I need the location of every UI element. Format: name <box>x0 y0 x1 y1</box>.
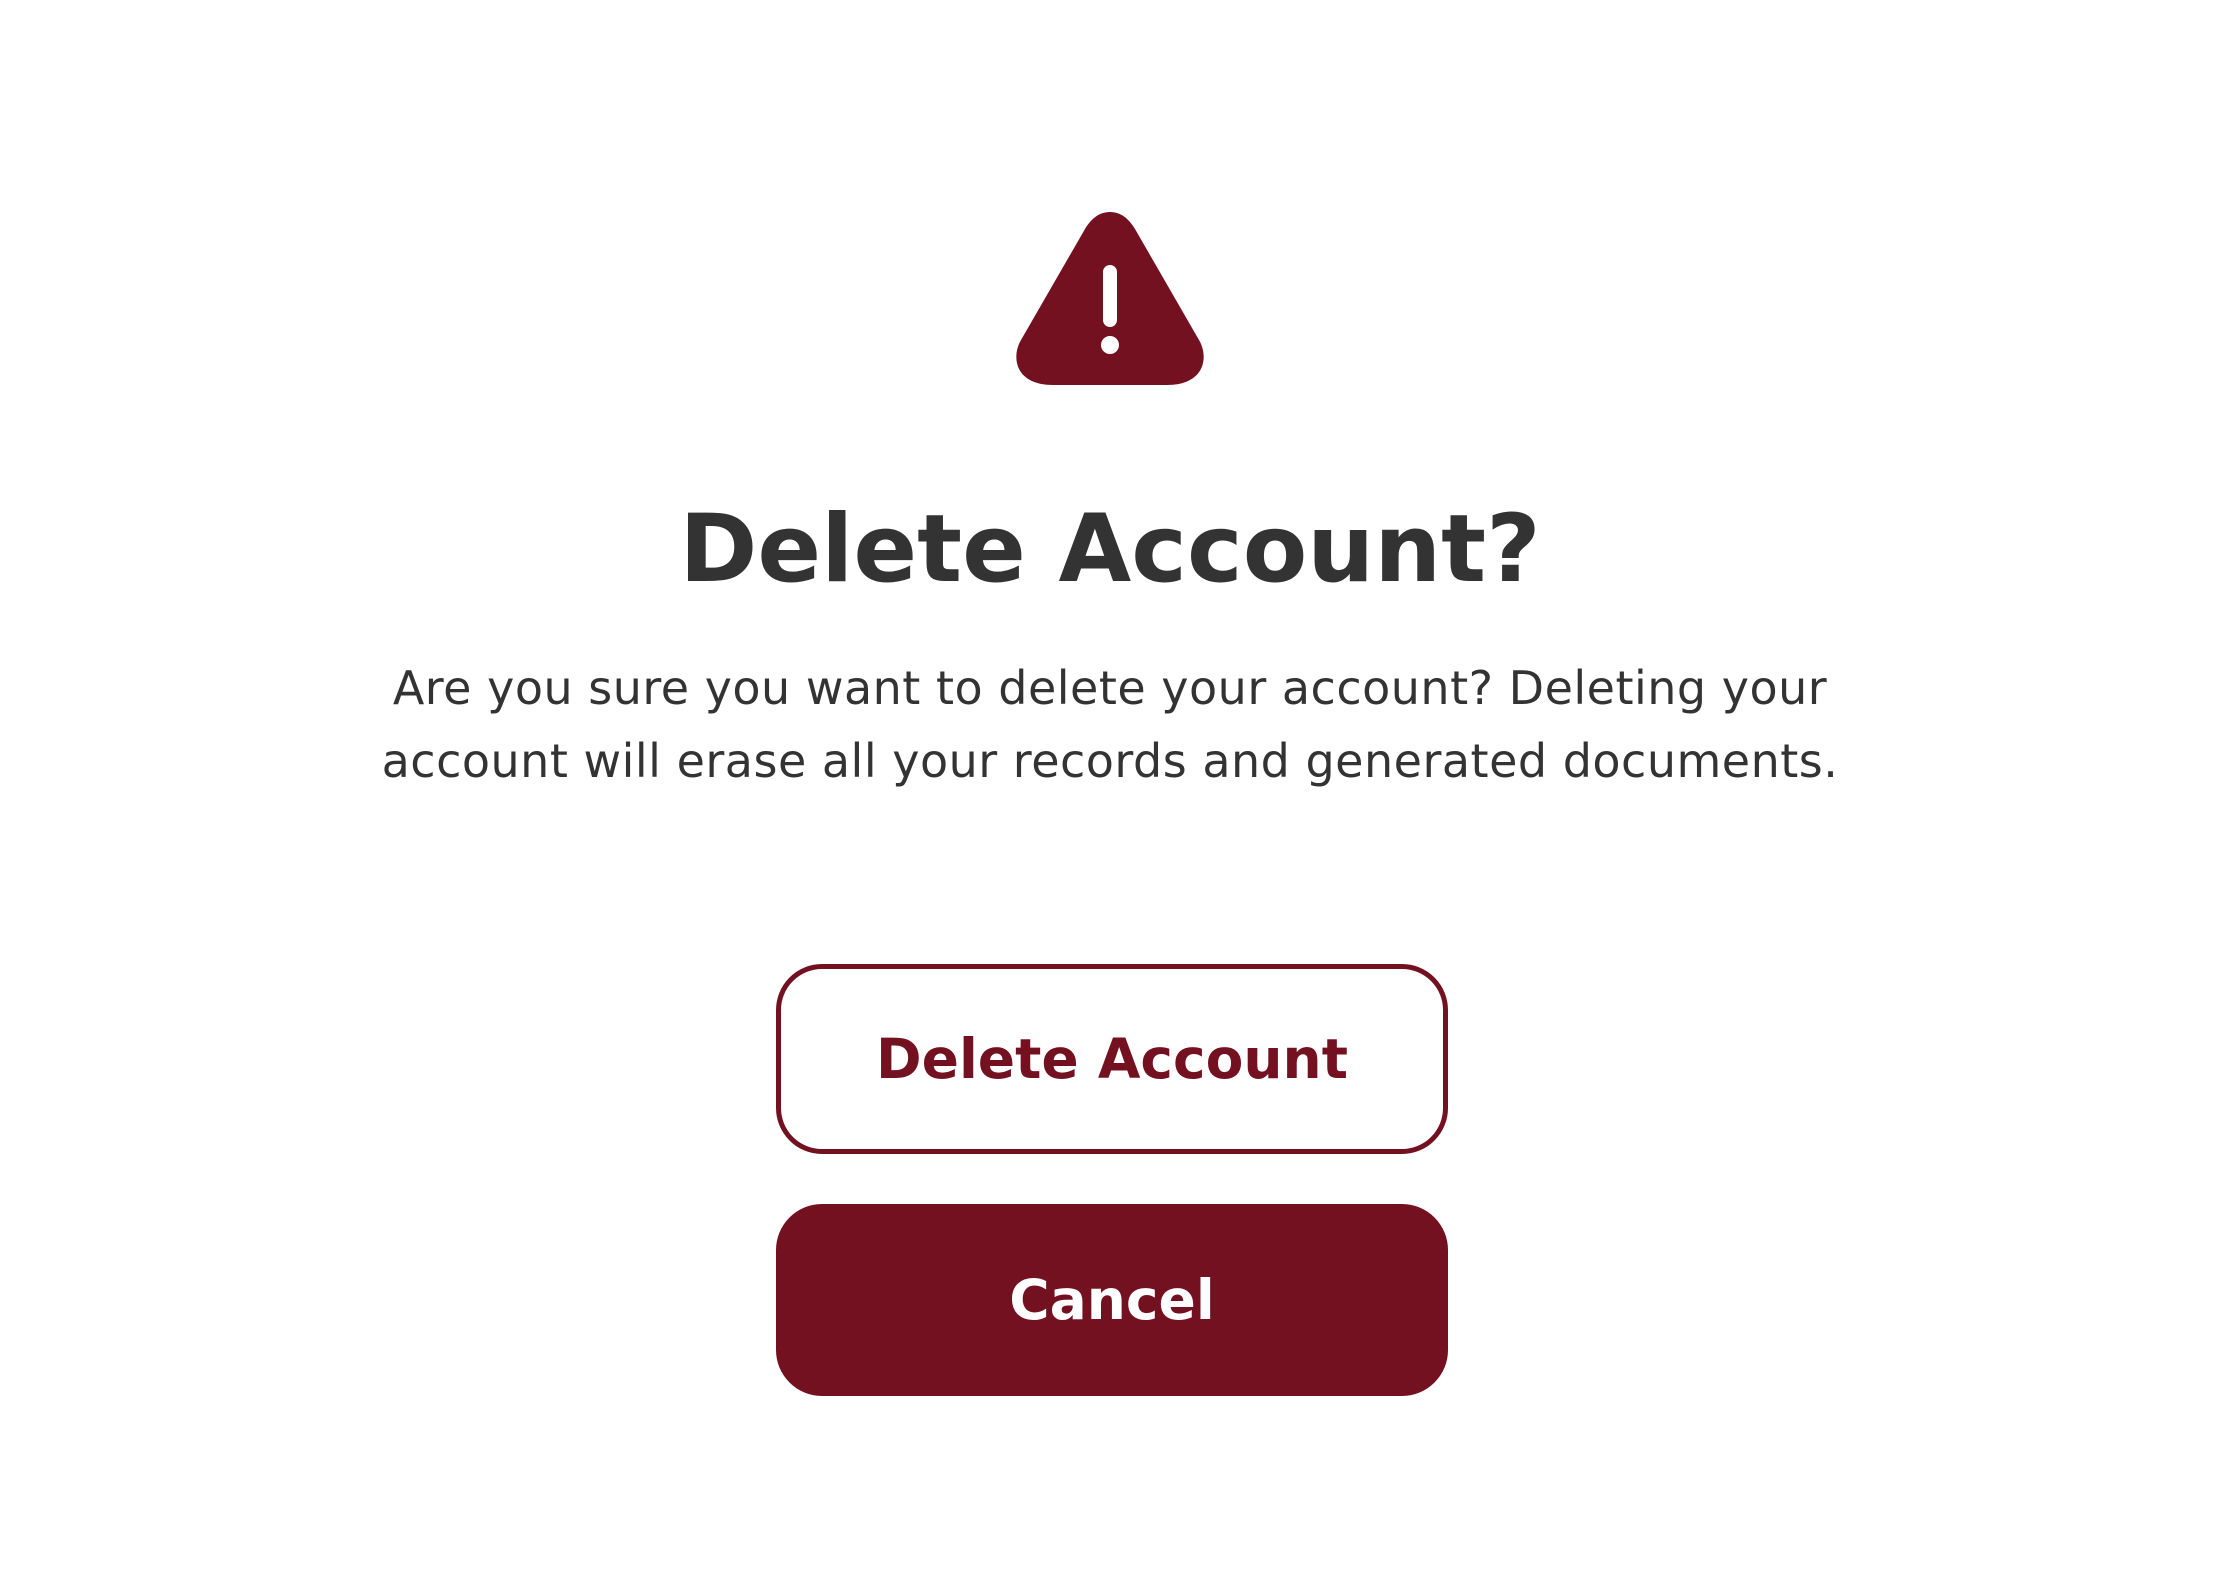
delete-account-button[interactable]: Delete Account <box>776 964 1448 1154</box>
dialog-title: Delete Account? <box>679 495 1541 604</box>
cancel-button-label: Cancel <box>1009 1268 1215 1332</box>
delete-account-button-label: Delete Account <box>875 1027 1348 1091</box>
warning-triangle-icon <box>1016 212 1204 385</box>
dialog-message-line: account will erase all your records and … <box>381 734 1839 788</box>
dialog-message: Are you sure you want to delete your acc… <box>330 652 1890 798</box>
cancel-button[interactable]: Cancel <box>776 1204 1448 1396</box>
dialog-message-line: Are you sure you want to delete your acc… <box>392 661 1828 715</box>
delete-account-dialog: Delete Account? Are you sure you want to… <box>0 0 2220 1584</box>
